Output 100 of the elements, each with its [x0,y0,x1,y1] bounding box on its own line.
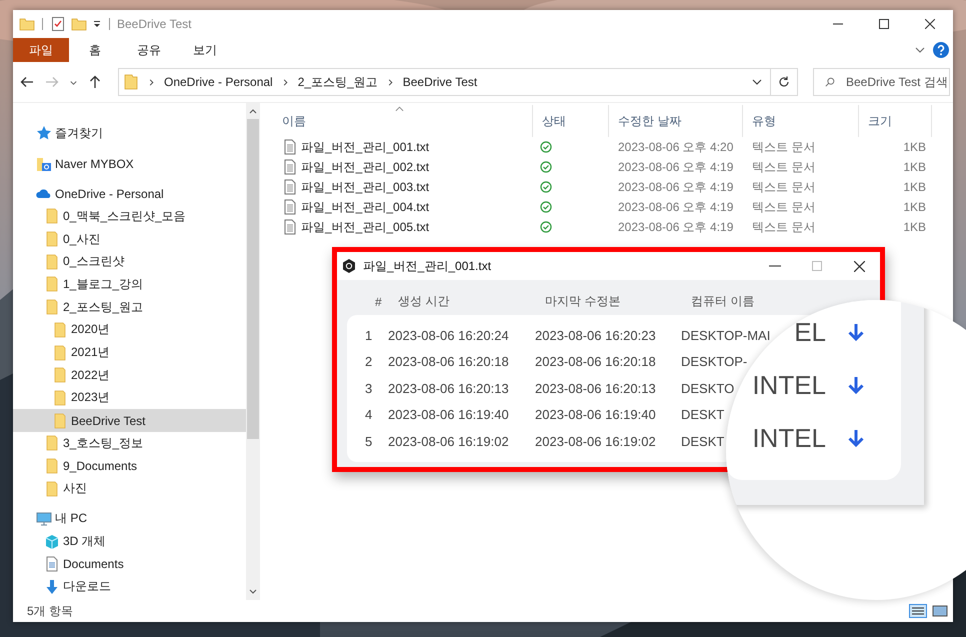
cube-icon [44,534,60,550]
sort-caret-icon [395,106,404,112]
modified-time: 2023-08-06 16:19:02 [535,434,656,449]
ribbon-tab[interactable]: 보기 [177,38,233,62]
folder-icon [44,458,60,474]
file-name[interactable]: 파일_버전_관리_004.txt [301,198,430,216]
nav-item[interactable]: Documents [13,552,246,576]
star-icon [36,125,52,142]
chevron-down-icon[interactable] [752,77,762,87]
file-name[interactable]: 파일_버전_관리_001.txt [301,138,430,156]
breadcrumb[interactable]: 2_포스팅_원고 [298,74,378,90]
file-name[interactable]: 파일_버전_관리_005.txt [301,218,430,236]
download-arrow-icon[interactable] [847,322,865,342]
modified-date: 2023-08-06 오후 4:19 [617,178,734,196]
nav-item[interactable]: 내 PC [13,508,246,530]
folder-icon [52,367,68,384]
column-header: 생성 시간 [398,293,450,310]
column-header[interactable]: 이름 [273,105,533,137]
nav-item[interactable]: 2022년 [13,364,246,387]
download-arrow-icon[interactable] [847,375,865,395]
breadcrumb[interactable]: OneDrive - Personal [164,75,273,89]
folder-icon [44,276,60,292]
column-header[interactable]: 유형 [743,105,859,137]
row-number: 4 [365,407,372,422]
ribbon-tab[interactable]: 공유 [121,38,177,62]
help-icon[interactable] [933,42,949,58]
modified-date: 2023-08-06 오후 4:19 [617,198,734,216]
item-count: 5개 항목 [27,602,74,620]
computer-name: DESKT [681,434,724,449]
created-time: 2023-08-06 16:20:13 [388,380,509,396]
modified-time: 2023-08-06 16:20:13 [535,380,656,396]
search-field[interactable]: BeeDrive Test 검색 [813,68,950,96]
nav-item[interactable]: 2023년 [13,386,246,410]
folder-icon [44,231,60,248]
magnified-computer-name: INTEL [752,422,826,454]
row-number: 3 [365,380,372,396]
modified-time: 2023-08-06 16:19:40 [535,407,656,422]
folder-icon [123,74,139,90]
chevron-down-icon[interactable] [915,45,925,55]
modified-date: 2023-08-06 오후 4:19 [617,158,734,176]
text-file-icon [282,159,298,175]
monitor-icon [36,510,52,527]
nav-item[interactable]: 1_블로그_강의 [13,273,246,296]
nav-item[interactable]: 즐겨찾기 [13,122,246,145]
magnified-computer-name: EL [794,316,826,348]
folder-icon [44,435,60,452]
maximize-icon [812,261,822,271]
folder-icon [44,208,60,224]
nav-item[interactable]: 사진 [13,477,246,500]
modified-time: 2023-08-06 16:20:23 [535,328,656,343]
refresh-button[interactable] [770,68,798,96]
column-header[interactable]: 상태 [533,105,609,137]
scrollbar[interactable] [246,103,260,600]
column-header[interactable]: 크기 [859,105,932,137]
close-icon [925,19,935,29]
nav-item[interactable]: 다운로드 [13,576,246,598]
modified-time: 2023-08-06 16:20:18 [535,354,656,370]
maximize-icon [879,19,889,29]
column-header[interactable]: 수정한 날짜 [609,105,743,137]
text-file-icon [282,139,298,155]
nav-item[interactable]: Naver MYBOX [13,152,246,175]
nav-item[interactable]: 2020년 [13,318,246,342]
file-name[interactable]: 파일_버전_관리_003.txt [301,178,430,196]
download-arrow-icon[interactable] [847,428,865,448]
dropdown-icon[interactable] [92,19,102,29]
file-type: 텍스트 문서 [751,158,816,176]
file-name[interactable]: 파일_버전_관리_002.txt [301,158,430,176]
folder-icon [44,254,60,270]
nav-item[interactable]: 0_맥북_스크린샷_모음 [13,205,246,228]
folder-icon [52,322,68,338]
row-number: 5 [365,434,372,449]
magnified-computer-name: INTEL [752,369,826,401]
nav-item[interactable]: 2021년 [13,341,246,364]
row-number: 1 [365,328,372,343]
file-size: 1KB [902,160,927,174]
nav-item[interactable]: 0_사진 [13,228,246,250]
modified-date: 2023-08-06 오후 4:19 [617,218,734,236]
address-bar[interactable]: OneDrive - Personal 2_포스팅_원고 BeeDrive Test [118,68,771,96]
large-icons-view-icon[interactable] [931,604,949,618]
nav-item[interactable]: BeeDrive Test [13,409,246,432]
text-file-icon [282,219,298,235]
chevron-right-icon[interactable] [147,78,156,86]
details-view-icon[interactable] [909,604,927,618]
nav-item[interactable]: 3_호스팅_정보 [13,432,246,455]
download-arrow-icon [44,578,60,595]
created-time: 2023-08-06 16:19:02 [388,434,509,449]
nav-item[interactable]: 9_Documents [13,454,246,478]
checklist-icon[interactable] [50,16,66,32]
nav-item[interactable]: 3D 개체 [13,530,246,553]
nav-item[interactable]: 0_스크린샷 [13,250,246,274]
ribbon-tab[interactable]: 파일 [13,38,69,62]
nav-item[interactable]: OneDrive - Personal [13,182,246,206]
file-type: 텍스트 문서 [751,138,816,156]
ribbon-tab[interactable]: 홈 [69,38,121,62]
folder-icon [52,412,68,429]
file-type: 텍스트 문서 [751,198,816,216]
created-time: 2023-08-06 16:19:40 [388,407,509,422]
file-size: 1KB [902,140,927,154]
nav-item[interactable]: 2_포스팅_원고 [13,296,246,318]
breadcrumb[interactable]: BeeDrive Test [402,75,478,89]
